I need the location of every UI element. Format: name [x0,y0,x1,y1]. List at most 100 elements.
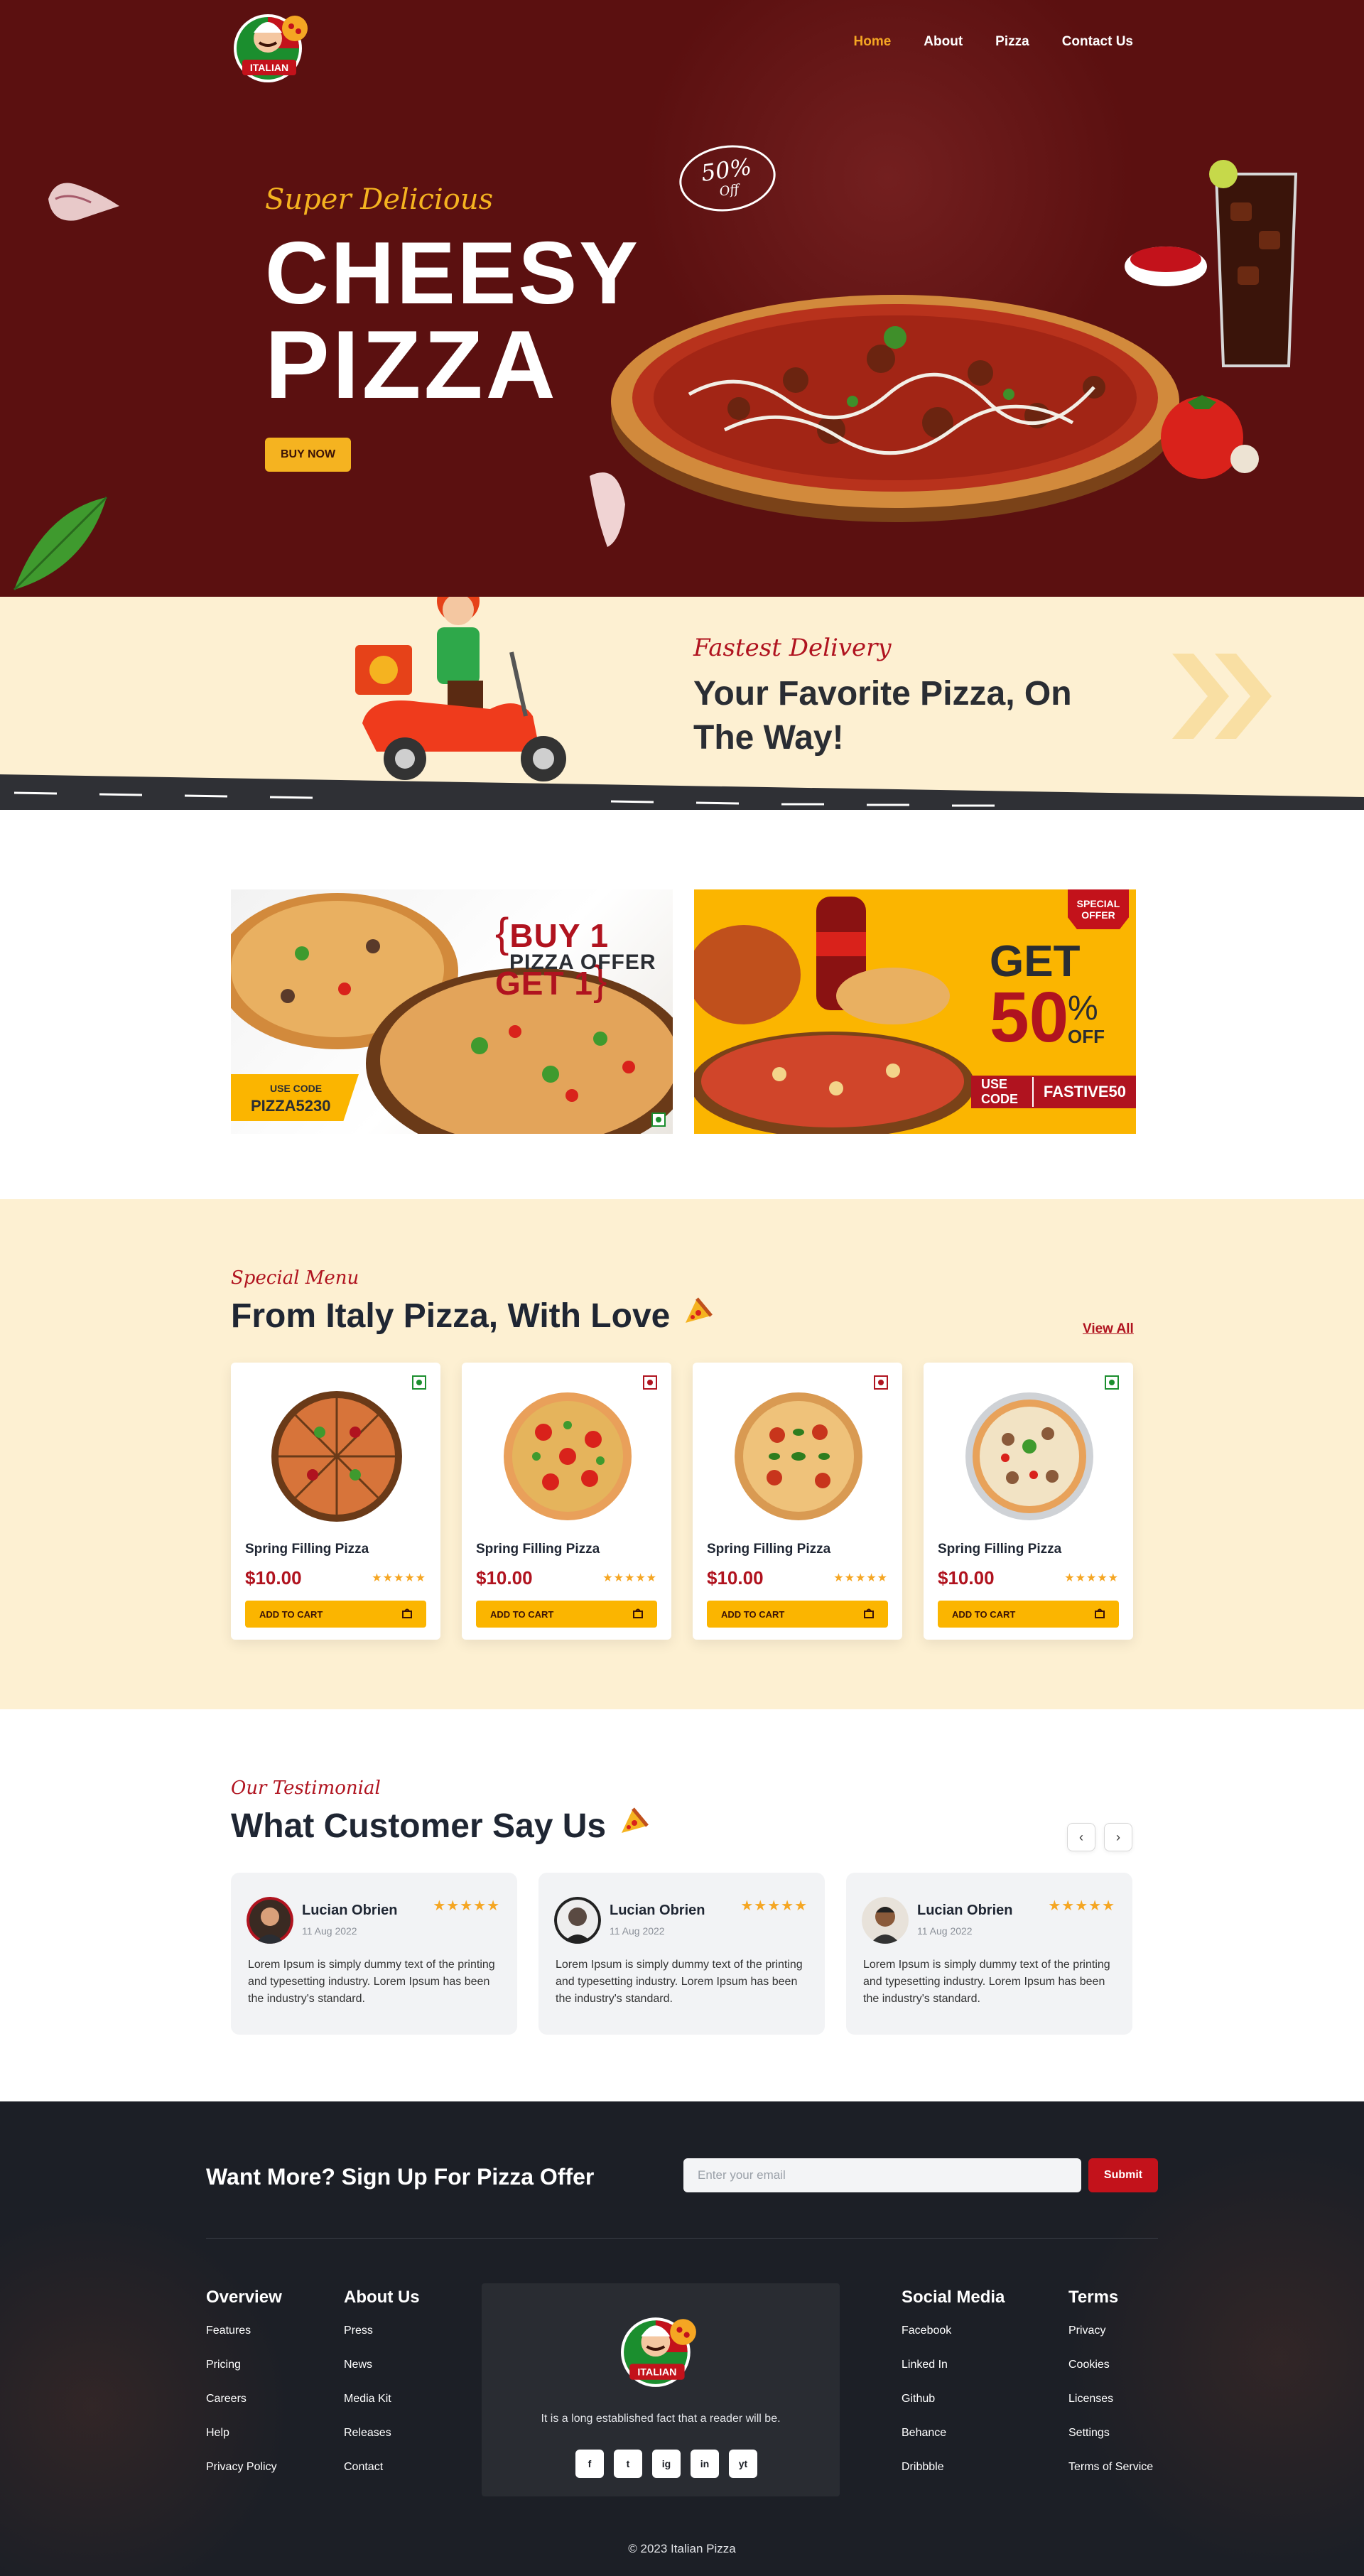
nav-contact-link[interactable]: Contact Us [1062,34,1133,50]
review-date: 11 Aug 2022 [917,1925,973,1937]
facebook-icon[interactable]: f [575,2450,604,2478]
brace-left: { [495,910,510,956]
buy-now-button[interactable]: BUY NOW [265,438,352,472]
youtube-icon[interactable]: yt [729,2450,757,2478]
testimonial-card: Lucian Obrien 11 Aug 2022 ★★★★★ Lorem Ip… [231,1873,517,2035]
discount-percent: 50 [990,978,1069,1057]
tomato-image [1152,381,1265,487]
menu-item-name: Spring Filling Pizza [245,1542,369,1557]
delivery-title: Your Favorite Pizza, On The Way! [693,675,1072,757]
footer-link[interactable]: Media Kit [344,2393,420,2405]
footer-col-title: Overview [206,2288,282,2307]
footer-link[interactable]: Behance [902,2427,1005,2440]
footer-link[interactable]: Github [902,2393,1005,2405]
nav-about-link[interactable]: About [924,34,963,50]
view-all-link[interactable]: View All [1083,1321,1134,1337]
footer-link[interactable]: Contact [344,2461,420,2474]
menu-card[interactable]: Spring Filling Pizza $10.00 ★★★★★ ADD TO… [924,1363,1133,1640]
add-to-cart-label: ADD TO CART [259,1608,323,1620]
add-to-cart-button[interactable]: ADD TO CART [938,1601,1119,1628]
footer-link[interactable]: Licenses [1068,2393,1153,2405]
bogo-offer-card[interactable]: {BUY 1 GET 1} PIZZA OFFER USE CODE PIZZA… [231,889,673,1134]
testimonial-card: Lucian Obrien 11 Aug 2022 ★★★★★ Lorem Ip… [538,1873,825,2035]
review-text: Lorem Ipsum is simply dummy text of the … [556,1959,803,2005]
footer-link[interactable]: Press [344,2325,420,2337]
chevron-left-icon[interactable]: ‹ [1067,1823,1095,1851]
menu-kicker: Special Menu [231,1267,359,1289]
rating-stars: ★★★★★ [372,1572,426,1584]
nav-home-link[interactable]: Home [854,34,892,50]
footer-link[interactable]: Privacy Policy [206,2461,282,2474]
footer-col-social: Social Media Facebook Linked In Github B… [902,2288,1005,2495]
review-date: 11 Aug 2022 [302,1925,357,1937]
social-icons: f t ig in yt [575,2450,757,2478]
pizza-image [501,1390,634,1523]
avatar [247,1897,293,1944]
bogo-code-label: USE CODE [270,1083,323,1094]
delivery-text-block: Fastest Delivery Your Favorite Pizza, On… [693,634,1105,760]
menu-item-name: Spring Filling Pizza [707,1542,831,1557]
garlic-decoration [41,171,126,234]
discount-code-label: USE CODE [971,1077,1034,1107]
footer-link[interactable]: Facebook [902,2325,1005,2337]
add-to-cart-button[interactable]: ADD TO CART [707,1601,888,1628]
svg-text:ITALIAN: ITALIAN [637,2367,676,2379]
menu-card-list: Spring Filling Pizza $10.00 ★★★★★ ADD TO… [231,1363,1133,1640]
discount-code-value: FASTIVE50 [1043,1083,1126,1100]
footer-col-overview: Overview Features Pricing Careers Help P… [206,2288,282,2495]
menu-card[interactable]: Spring Filling Pizza $10.00 ★★★★★ ADD TO… [693,1363,902,1640]
footer-link[interactable]: Pricing [206,2359,282,2371]
add-to-cart-label: ADD TO CART [721,1608,785,1620]
shopping-bag-icon [1095,1608,1105,1620]
discount-offer-card[interactable]: SPECIAL OFFER GET 50 % OFF USE CODE FAST… [694,889,1136,1134]
rating-stars: ★★★★★ [602,1572,657,1584]
hero-kicker: Super Delicious [265,183,494,216]
chevron-right-icon[interactable]: › [1104,1823,1132,1851]
shopping-bag-icon [633,1608,643,1620]
footer-link[interactable]: Careers [206,2393,282,2405]
footer-link[interactable]: Help [206,2427,282,2440]
pizza-slice-icon [680,1294,714,1337]
instagram-icon[interactable]: ig [652,2450,681,2478]
footer-link[interactable]: Settings [1068,2427,1153,2440]
footer-col-title: Terms [1068,2288,1119,2307]
footer-link[interactable]: Privacy [1068,2325,1153,2337]
shopping-bag-icon [864,1608,874,1620]
veg-icon [412,1375,426,1390]
footer-link[interactable]: Cookies [1068,2359,1153,2371]
italian-pizza-logo[interactable]: ITALIAN [231,7,315,85]
avatar [862,1897,909,1944]
email-input[interactable] [683,2158,1081,2192]
hero-section: ITALIAN Home About Pizza Contact Us Supe… [0,0,1364,597]
twitter-icon[interactable]: t [614,2450,642,2478]
add-to-cart-button[interactable]: ADD TO CART [245,1601,426,1628]
special-offer-badge: SPECIAL OFFER [1068,889,1129,929]
menu-item-price: $10.00 [938,1567,995,1589]
nav-pizza-link[interactable]: Pizza [995,34,1029,50]
menu-card[interactable]: Spring Filling Pizza $10.00 ★★★★★ ADD TO… [231,1363,440,1640]
svg-text:ITALIAN: ITALIAN [250,62,288,73]
bogo-subtitle: PIZZA OFFER [509,951,656,974]
testimonials-title-text: What Customer Say Us [231,1807,607,1845]
pizza-image [270,1390,404,1523]
footer-link[interactable]: Linked In [902,2359,1005,2371]
reviewer-name: Lucian Obrien [302,1903,398,1918]
add-to-cart-button[interactable]: ADD TO CART [476,1601,657,1628]
rating-stars: ★★★★★ [1048,1898,1115,1914]
delivery-kicker: Fastest Delivery [693,634,892,662]
footer-divider [206,2238,1158,2239]
shopping-bag-icon [402,1608,412,1620]
linkedin-icon[interactable]: in [691,2450,719,2478]
footer-col-terms: Terms Privacy Cookies Licenses Settings … [1068,2288,1153,2495]
italian-pizza-logo[interactable]: ITALIAN [617,2310,705,2390]
footer-link[interactable]: News [344,2359,420,2371]
menu-card[interactable]: Spring Filling Pizza $10.00 ★★★★★ ADD TO… [462,1363,671,1640]
submit-button[interactable]: Submit [1088,2158,1158,2192]
non-veg-icon [874,1375,888,1390]
add-to-cart-label: ADD TO CART [490,1608,554,1620]
footer-link[interactable]: Dribbble [902,2461,1005,2474]
footer-link[interactable]: Releases [344,2427,420,2440]
footer-link[interactable]: Terms of Service [1068,2461,1153,2474]
footer-link[interactable]: Features [206,2325,282,2337]
rating-stars: ★★★★★ [433,1898,500,1914]
